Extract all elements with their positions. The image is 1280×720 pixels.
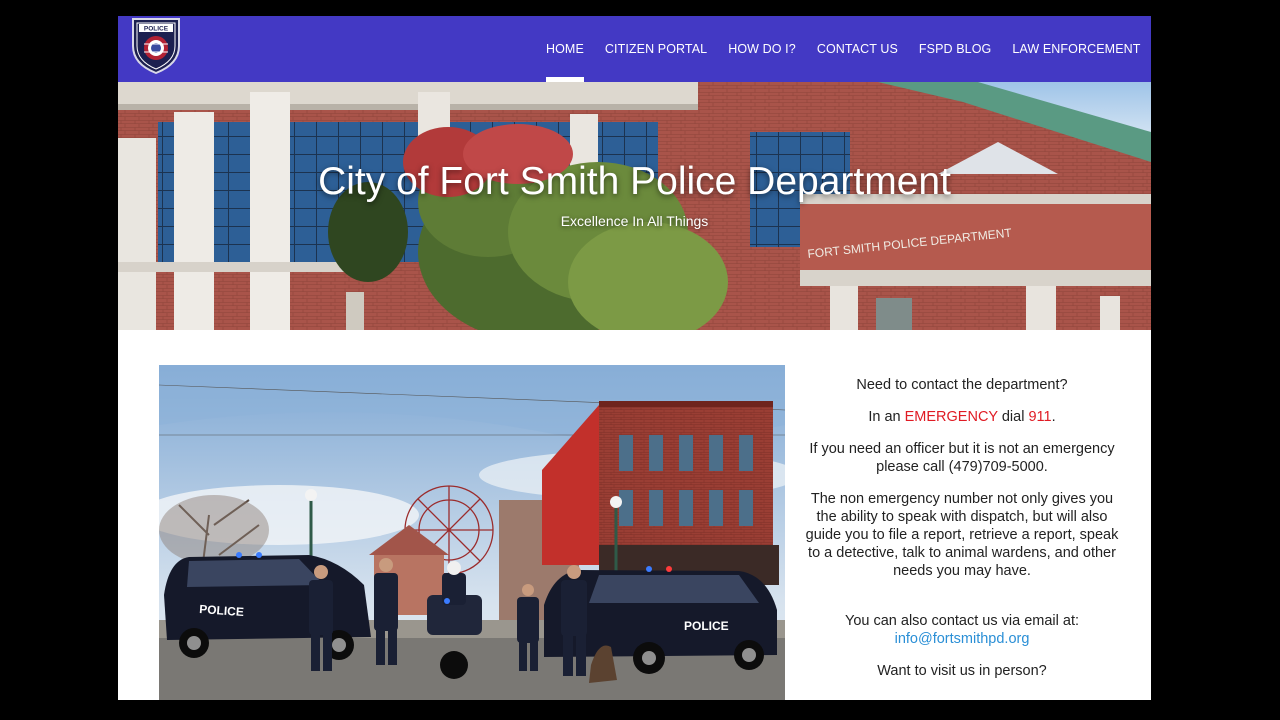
police-badge-logo[interactable]: POLICE xyxy=(130,16,182,75)
email-block: You can also contact us via email at: inf… xyxy=(802,612,1122,648)
nav-home[interactable]: HOME xyxy=(535,16,594,82)
nav-contact-us[interactable]: CONTACT US xyxy=(806,16,908,82)
website: POLICE HOME CITIZEN PORTAL HOW DO I? CON… xyxy=(118,16,1151,700)
logo-text: POLICE xyxy=(144,26,169,33)
hero-subtitle: Excellence In All Things xyxy=(560,213,709,229)
emergency-word: EMERGENCY xyxy=(904,409,998,425)
hero-banner: FORT SMITH POLICE DEPARTMENT City of For… xyxy=(118,82,1151,330)
visit-heading: Want to visit us in person? xyxy=(877,663,1047,679)
email-link[interactable]: info@fortsmithpd.org xyxy=(895,631,1030,647)
top-navbar: POLICE HOME CITIZEN PORTAL HOW DO I? CON… xyxy=(118,16,1151,82)
nav-how-do-i[interactable]: HOW DO I? xyxy=(718,16,807,82)
nav-citizen-portal[interactable]: CITIZEN PORTAL xyxy=(594,16,717,82)
hero-title: City of Fort Smith Police Department xyxy=(318,160,951,203)
emergency-line: In an EMERGENCY dial 911. xyxy=(802,408,1122,426)
nav-law-enforcement[interactable]: LAW ENFORCEMENT xyxy=(1002,16,1151,82)
emergency-suffix: . xyxy=(1051,409,1056,425)
nav-fspd-blog[interactable]: FSPD BLOG xyxy=(908,16,1001,82)
contact-intro: Need to contact the department? xyxy=(856,377,1068,393)
police-fleet-photo: POLICE POLICE xyxy=(159,365,785,700)
emergency-prefix: In an xyxy=(868,409,905,425)
contact-info: Need to contact the department? In an EM… xyxy=(802,376,1122,694)
emergency-number: 911 xyxy=(1028,409,1052,425)
main-nav: HOME CITIZEN PORTAL HOW DO I? CONTACT US… xyxy=(535,16,1151,82)
car-label-right: POLICE xyxy=(684,619,729,633)
emergency-mid: dial xyxy=(997,409,1029,425)
email-intro: You can also contact us via email at: xyxy=(844,613,1080,629)
non-emergency-details: The non emergency number not only gives … xyxy=(805,491,1119,579)
hero-background-image: FORT SMITH POLICE DEPARTMENT xyxy=(118,82,1151,330)
non-emergency-text: If you need an officer but it is not an … xyxy=(809,441,1115,475)
